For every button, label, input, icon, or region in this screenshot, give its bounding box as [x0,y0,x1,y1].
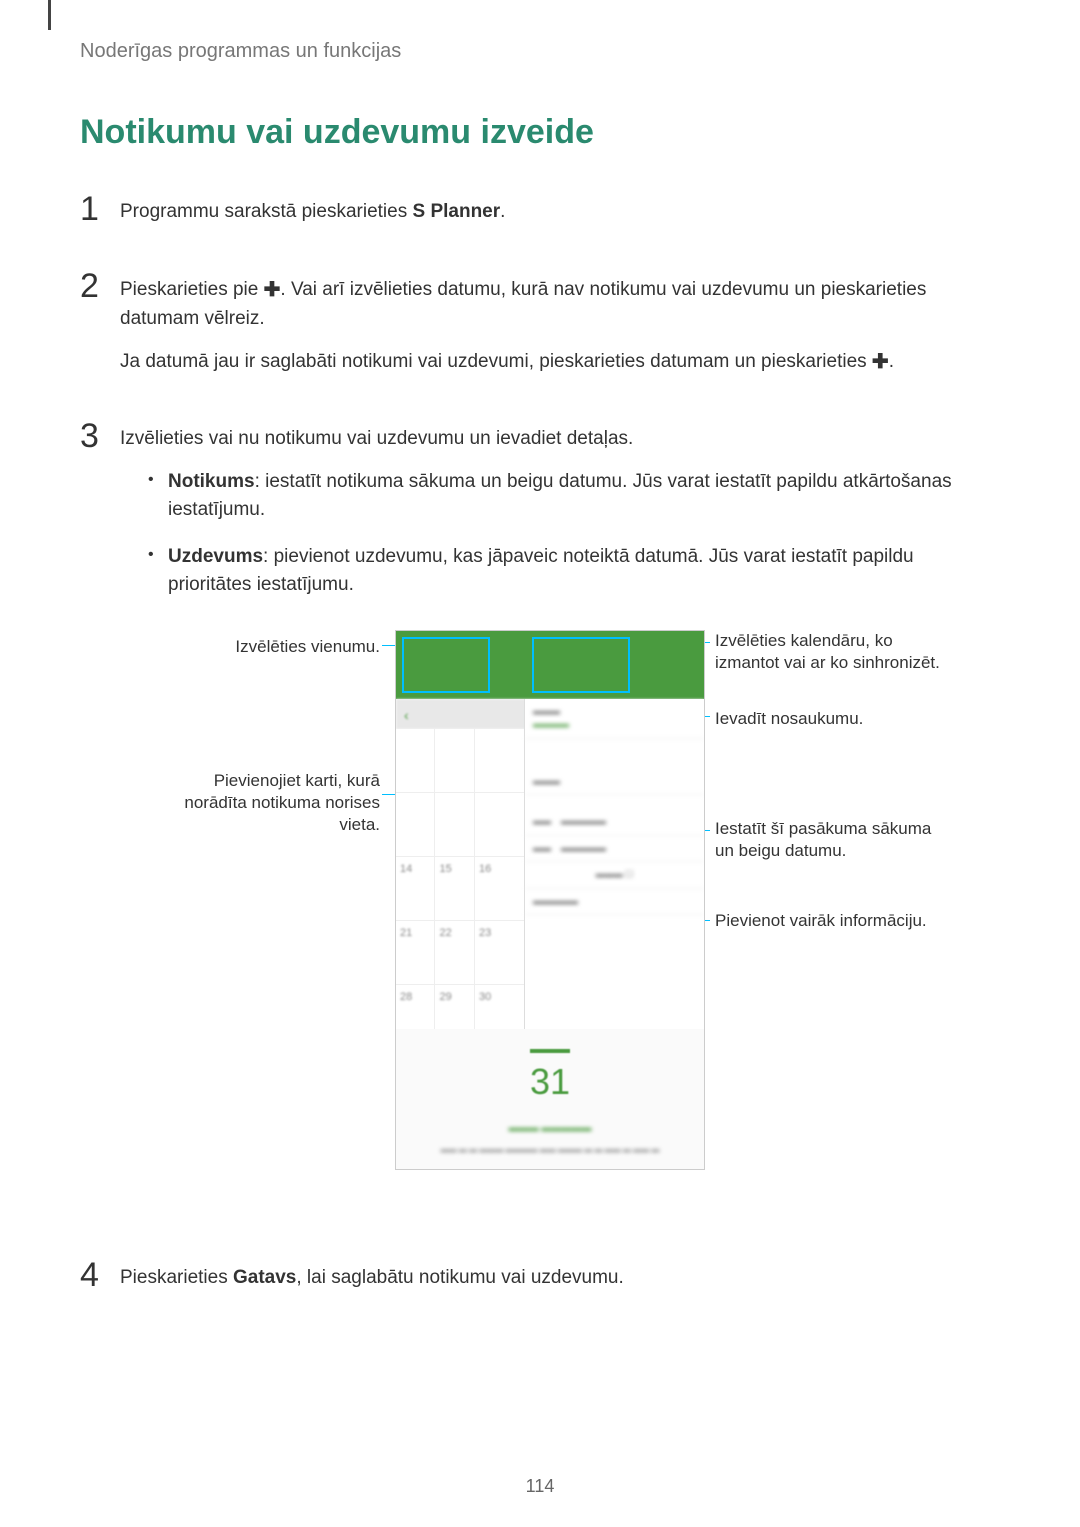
step-body: Izvēlieties vai nu notikumu vai uzdevumu… [120,419,1000,1230]
bullet-dot-icon: • [148,468,168,525]
step-text: Pieskarieties pie [120,279,264,300]
cal-date: 23 [479,925,491,942]
screenshot-header [396,631,704,699]
bullet-text: Uzdevums: pievienot uzdevumu, kas jāpave… [168,543,1000,600]
callout-select-calendar: Izvēlēties kalendāru, ko izmantot vai ar… [715,630,945,674]
step-body: Pieskarieties Gatavs, lai saglabātu noti… [120,1258,1000,1307]
step-bold: Gatavs [233,1267,296,1288]
step-suffix: , lai saglabātu notikumu vai uzdevumu. [296,1267,623,1288]
callout-enter-title: Ievadīt nosaukumu. [715,708,945,730]
page-border-mark [48,0,51,30]
bullet-dot-icon: • [148,543,168,600]
breadcrumb: Noderīgas programmas un funkcijas [80,40,1000,63]
plus-icon: ✚ [264,275,281,305]
page-title: Notikumu vai uzdevumu izveide [80,113,1000,152]
annotated-diagram: Izvēlēties vienumu. Pievienojiet karti, … [170,630,950,1190]
cal-date: 22 [439,925,451,942]
step-3: 3 Izvēlieties vai nu notikumu vai uzdevu… [80,419,1000,1230]
cal-date: 21 [400,925,412,942]
step-number: 3 [80,419,120,1230]
bullet-body: : iestatīt notikuma sākuma un beigu datu… [168,471,952,521]
screenshot-caption: ▬▬▬ ▬▬▬▬▬ [396,1121,704,1136]
step-number: 4 [80,1258,120,1307]
page-number: 114 [0,1476,1080,1497]
selected-date: 31 [530,1049,570,1109]
step-number: 1 [80,192,120,241]
bullet-bold: Uzdevums [168,546,263,567]
step-text: Pieskarieties [120,1267,233,1288]
cal-date: 14 [400,861,412,878]
plus-icon: ✚ [872,347,889,377]
highlight-calendar-select [532,637,630,693]
highlight-tab-selector [402,637,490,693]
cal-date: 16 [479,861,491,878]
screenshot-bottom: 31 ▬▬▬ ▬▬▬▬▬ ▬▬ ▬ ▬ ▬▬▬ ▬▬▬▬ ▬▬ ▬▬▬ ▬ ▬ … [396,1029,704,1169]
bullet-list: • Notikums: iestatīt notikuma sākuma un … [120,468,1000,600]
screenshot-hint: ▬▬ ▬ ▬ ▬▬▬ ▬▬▬▬ ▬▬ ▬▬▬ ▬ ▬ ▬▬ ▬ ▬▬ ▬ [396,1144,704,1156]
step-text: . [889,351,894,372]
callout-add-map: Pievienojiet karti, kurā norādīta notiku… [170,770,380,836]
step-text: Programmu sarakstā pieskarieties [120,201,413,222]
cal-date: 30 [479,989,491,1006]
step-1: 1 Programmu sarakstā pieskarieties S Pla… [80,192,1000,241]
bullet-item: • Uzdevums: pievienot uzdevumu, kas jāpa… [120,543,1000,600]
callout-set-dates: Iestatīt šī pasākuma sākuma un beigu dat… [715,818,945,862]
bullet-bold: Notikums [168,471,255,492]
callout-more-info: Pievienot vairāk informāciju. [715,910,945,932]
back-icon: ‹ [404,705,409,726]
cal-date: 15 [439,861,451,878]
callout-select-item: Izvēlēties vienumu. [170,636,380,658]
step-body: Pieskarieties pie ✚. Vai arī izvēlieties… [120,269,1000,392]
step-suffix: . [500,201,505,222]
step-text: Ja datumā jau ir saglabāti notikumi vai … [120,351,872,372]
step-body: Programmu sarakstā pieskarieties S Plann… [120,192,1000,241]
step-4: 4 Pieskarieties Gatavs, lai saglabātu no… [80,1258,1000,1307]
bullet-body: : pievienot uzdevumu, kas jāpaveic notei… [168,546,914,596]
bullet-text: Notikums: iestatīt notikuma sākuma un be… [168,468,1000,525]
step-intro: Izvēlieties vai nu notikumu vai uzdevumu… [120,425,1000,454]
step-2: 2 Pieskarieties pie ✚. Vai arī izvēlieti… [80,269,1000,392]
step-number: 2 [80,269,120,392]
bullet-item: • Notikums: iestatīt notikuma sākuma un … [120,468,1000,525]
cal-date: 29 [439,989,451,1006]
phone-screenshot: ‹ [395,630,705,1170]
page-content: Noderīgas programmas un funkcijas Notiku… [0,0,1080,1394]
cal-date: 28 [400,989,412,1006]
screenshot-form-panel: ▬▬▬▬▬▬▬ ▬▬▬ ▬▬ ▬▬▬▬▬ ▬▬ ▬▬▬▬▬ ▬▬▬ ☐ ▬▬▬▬… [524,699,704,1039]
step-bold: S Planner [413,201,501,222]
